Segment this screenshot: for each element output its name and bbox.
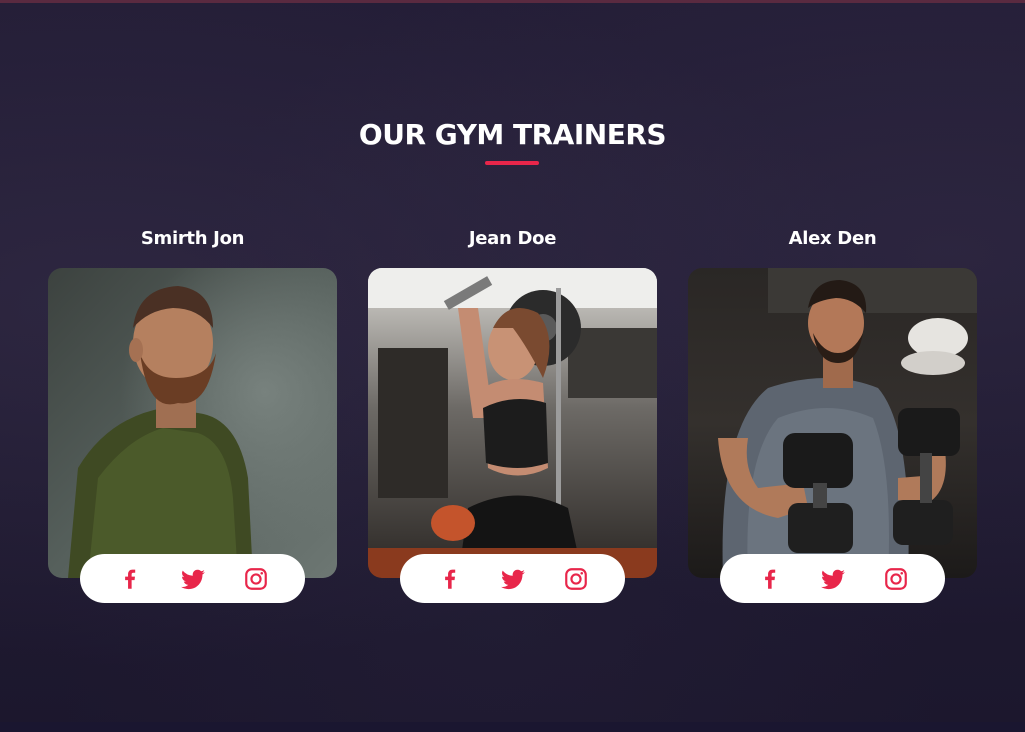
trainer-photo bbox=[48, 268, 337, 578]
instagram-icon bbox=[564, 567, 587, 590]
instagram-icon bbox=[244, 567, 267, 590]
instagram-link[interactable] bbox=[238, 561, 274, 597]
facebook-link[interactable] bbox=[752, 561, 788, 597]
twitter-link[interactable] bbox=[175, 561, 211, 597]
twitter-link[interactable] bbox=[495, 561, 531, 597]
trainer-name: Jean Doe bbox=[468, 228, 557, 249]
trainer-photo bbox=[688, 268, 977, 578]
woman-gym-photo-image bbox=[368, 268, 657, 578]
twitter-icon bbox=[180, 569, 205, 589]
trainer-photo bbox=[368, 268, 657, 578]
trainer-name: Smirth Jon bbox=[140, 228, 245, 249]
facebook-icon bbox=[124, 569, 135, 589]
facebook-icon bbox=[444, 569, 455, 589]
twitter-link[interactable] bbox=[815, 561, 851, 597]
trainer-name: Alex Den bbox=[788, 228, 877, 249]
twitter-icon bbox=[820, 569, 845, 589]
social-links bbox=[80, 554, 305, 603]
facebook-icon bbox=[764, 569, 775, 589]
instagram-icon bbox=[884, 567, 907, 590]
title-underline bbox=[485, 161, 539, 165]
man-dumbbells-photo-image bbox=[688, 268, 977, 578]
bottom-border bbox=[0, 722, 1025, 732]
section-title: OUR GYM TRAINERS bbox=[358, 118, 667, 151]
social-links bbox=[720, 554, 945, 603]
facebook-link[interactable] bbox=[432, 561, 468, 597]
facebook-link[interactable] bbox=[112, 561, 148, 597]
social-links bbox=[400, 554, 625, 603]
instagram-link[interactable] bbox=[878, 561, 914, 597]
twitter-icon bbox=[500, 569, 525, 589]
instagram-link[interactable] bbox=[558, 561, 594, 597]
bearded-man-photo-image bbox=[48, 268, 337, 578]
